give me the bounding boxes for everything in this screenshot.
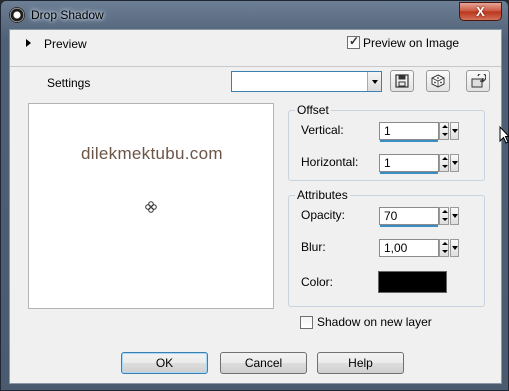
preview-label[interactable]: Preview	[44, 37, 87, 51]
preview-row: Preview Preview on Image	[10, 30, 501, 55]
cancel-button[interactable]: Cancel	[220, 352, 307, 374]
vertical-spinner[interactable]	[439, 122, 449, 140]
preview-on-image-label[interactable]: Preview on Image	[363, 36, 459, 50]
settings-label: Settings	[47, 76, 91, 90]
horizontal-input[interactable]: 1	[379, 154, 439, 174]
watermark-text: dilekmektubu.com	[81, 144, 223, 163]
vertical-value: 1	[384, 124, 391, 138]
settings-row: Settings	[10, 66, 501, 96]
offset-title: Offset	[295, 103, 331, 117]
blur-input[interactable]: 1,00	[379, 239, 439, 257]
attributes-group: Attributes Opacity: 70 Blur: 1,00 Color:	[288, 188, 485, 307]
help-button[interactable]: Help	[317, 352, 404, 374]
horizontal-label: Horizontal:	[301, 155, 359, 169]
vertical-dropdown[interactable]	[450, 122, 459, 140]
settings-combo[interactable]	[231, 71, 382, 92]
opacity-input[interactable]: 70	[379, 207, 439, 227]
reset-button[interactable]	[466, 70, 490, 92]
vertical-label: Vertical:	[301, 123, 344, 137]
close-button[interactable]: X	[459, 2, 502, 21]
mouse-pointer-icon	[499, 126, 509, 144]
triangle-right-icon[interactable]	[26, 39, 31, 47]
opacity-spinner[interactable]	[439, 207, 449, 225]
save-icon	[395, 74, 409, 88]
opacity-slider-bar[interactable]	[380, 225, 438, 227]
preview-on-image-checkbox[interactable]	[347, 34, 360, 49]
blur-value: 1,00	[384, 241, 408, 255]
color-swatch[interactable]	[378, 271, 447, 293]
shadow-on-new-layer-checkbox[interactable]	[300, 316, 313, 329]
opacity-value: 70	[384, 209, 398, 223]
color-label: Color:	[301, 275, 334, 289]
chevron-down-icon[interactable]	[367, 72, 381, 91]
opacity-dropdown[interactable]	[450, 207, 459, 225]
randomize-button[interactable]	[426, 70, 450, 92]
vertical-slider-bar[interactable]	[380, 140, 438, 142]
attributes-title: Attributes	[295, 188, 350, 202]
app-icon	[9, 7, 25, 23]
horizontal-slider-bar[interactable]	[380, 172, 438, 174]
ok-button[interactable]: OK	[121, 352, 208, 374]
offset-group: Offset Vertical: 1 Horizontal: 1	[288, 103, 485, 181]
window-title: Drop Shadow	[31, 8, 104, 22]
dialog-window: Drop Shadow X Preview Preview on Image S…	[0, 0, 509, 391]
shadow-on-new-layer-label[interactable]: Shadow on new layer	[317, 315, 432, 329]
cursor-crosshair-icon	[145, 201, 157, 213]
dialog-client: Preview Preview on Image Settings	[9, 29, 502, 384]
horizontal-dropdown[interactable]	[450, 154, 459, 172]
random-dice-icon	[431, 74, 445, 88]
blur-spinner[interactable]	[439, 239, 449, 257]
preview-canvas[interactable]: dilekmektubu.com	[28, 103, 274, 309]
horizontal-spinner[interactable]	[439, 154, 449, 172]
horizontal-value: 1	[384, 156, 391, 170]
titlebar[interactable]: Drop Shadow X	[1, 1, 508, 29]
save-preset-button[interactable]	[390, 70, 414, 92]
blur-label: Blur:	[301, 240, 326, 254]
vertical-input[interactable]: 1	[379, 122, 439, 142]
reset-icon	[471, 74, 486, 88]
blur-dropdown[interactable]	[450, 239, 459, 257]
opacity-label: Opacity:	[301, 208, 346, 222]
